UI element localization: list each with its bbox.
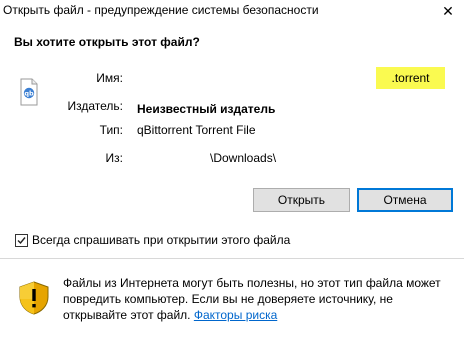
cancel-button-label: Отмена (383, 193, 427, 207)
security-shield-icon (19, 281, 49, 315)
publisher-value: Неизвестный издатель (137, 102, 276, 116)
close-icon: ✕ (442, 2, 454, 19)
name-value: .torrent (376, 67, 445, 89)
warning-area: Файлы из Интернета могут быть полезны, н… (0, 259, 464, 341)
checkmark-icon (17, 236, 26, 244)
open-button[interactable]: Открыть (253, 188, 350, 212)
qbittorrent-file-icon: qb (20, 78, 38, 106)
file-name: .torrent (391, 71, 430, 85)
close-button[interactable]: ✕ (432, 0, 464, 22)
window-title: Открыть файл - предупреждение системы бе… (3, 3, 319, 17)
warning-message: Файлы из Интернета могут быть полезны, н… (63, 275, 453, 323)
type-label: Тип: (99, 123, 123, 137)
publisher-label: Издатель: (67, 99, 124, 113)
dialog-question: Вы хотите открыть этот файл? (14, 35, 200, 49)
always-ask-label: Всегда спрашивать при открытии этого фай… (32, 233, 291, 247)
always-ask-option[interactable]: Всегда спрашивать при открытии этого фай… (15, 233, 290, 247)
cancel-button[interactable]: Отмена (357, 188, 453, 212)
type-value: qBittorrent Torrent File (137, 123, 256, 137)
from-value: \Downloads\ (210, 151, 277, 165)
always-ask-checkbox[interactable] (15, 233, 28, 247)
security-warning-dialog: Открыть файл - предупреждение системы бе… (0, 0, 464, 341)
open-button-label: Открыть (277, 193, 326, 207)
title-bar: Открыть файл - предупреждение системы бе… (0, 0, 464, 22)
name-label: Имя: (96, 71, 123, 85)
risk-factors-link[interactable]: Факторы риска (194, 308, 277, 322)
from-label: Из: (105, 151, 123, 165)
svg-text:qb: qb (24, 90, 34, 98)
